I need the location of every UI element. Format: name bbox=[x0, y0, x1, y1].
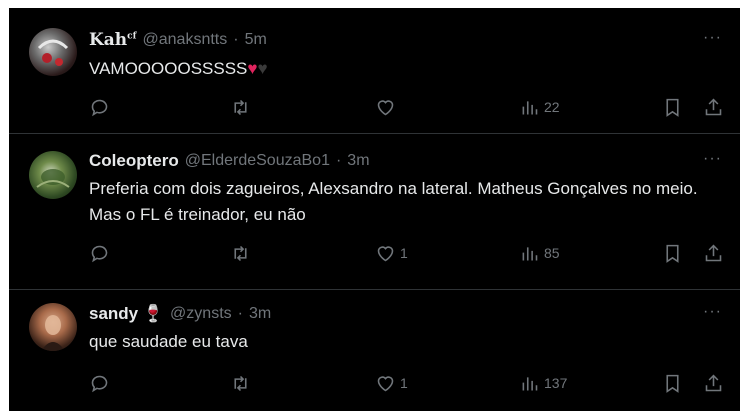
avatar[interactable] bbox=[29, 303, 77, 351]
retweet-icon bbox=[234, 375, 247, 391]
bookmark-icon bbox=[666, 98, 679, 117]
views-button[interactable]: 85 bbox=[519, 241, 560, 265]
tweet-text-content: VAMOOOOOSSSSS bbox=[89, 59, 248, 78]
like-button[interactable]: 1 bbox=[375, 371, 408, 395]
tweet-actions: 1 85 bbox=[89, 241, 729, 265]
more-icon[interactable]: ··· bbox=[703, 303, 722, 321]
views-icon bbox=[522, 100, 538, 114]
reply-icon bbox=[91, 99, 108, 116]
share-button[interactable] bbox=[703, 241, 724, 265]
views-count: 22 bbox=[544, 99, 560, 115]
timestamp[interactable]: 3m bbox=[249, 305, 271, 323]
separator-dot: · bbox=[237, 305, 243, 322]
user-handle[interactable]: @anaksntts bbox=[143, 31, 228, 49]
retweet-button[interactable] bbox=[230, 241, 255, 265]
reply-icon bbox=[91, 245, 108, 262]
like-button[interactable] bbox=[375, 95, 400, 119]
tweet-sandy[interactable]: sandy 🍷 @zynsts · 3m ··· que saudade eu … bbox=[9, 290, 740, 411]
tweet-text: que saudade eu tava bbox=[89, 332, 248, 351]
views-button[interactable]: 137 bbox=[519, 371, 567, 395]
display-name-text: Kah bbox=[89, 30, 128, 50]
like-icon bbox=[377, 245, 394, 261]
retweet-button[interactable] bbox=[230, 95, 255, 119]
tweet-header: Coleoptero @ElderdeSouzaBo1 · 3m bbox=[89, 150, 370, 172]
more-icon[interactable]: ··· bbox=[703, 150, 722, 168]
reply-button[interactable] bbox=[89, 241, 114, 265]
views-count: 85 bbox=[544, 245, 560, 261]
avatar-image bbox=[41, 315, 65, 351]
tweet-actions: 1 137 bbox=[89, 371, 729, 395]
bookmark-button[interactable] bbox=[662, 95, 683, 119]
tweet-kah[interactable]: Kahcf @anaksntts · 5m ··· VAMOOOOOSSSSS♥… bbox=[9, 8, 740, 134]
tweet-header: sandy 🍷 @zynsts · 3m bbox=[89, 303, 271, 325]
avatar-image bbox=[36, 169, 70, 188]
avatar[interactable] bbox=[29, 28, 77, 76]
like-icon bbox=[377, 99, 394, 115]
retweet-icon bbox=[234, 245, 247, 261]
views-count: 137 bbox=[544, 375, 568, 391]
timestamp[interactable]: 5m bbox=[245, 31, 267, 49]
bookmark-button[interactable] bbox=[662, 241, 683, 265]
timestamp[interactable]: 3m bbox=[347, 152, 369, 170]
share-button[interactable] bbox=[703, 371, 724, 395]
reply-icon bbox=[91, 375, 108, 392]
share-icon bbox=[705, 244, 722, 261]
views-icon bbox=[522, 246, 538, 260]
display-name[interactable]: Kahcf bbox=[89, 30, 137, 50]
reply-button[interactable] bbox=[89, 95, 114, 119]
avatar-image bbox=[37, 39, 69, 66]
timeline-feed: Kahcf @anaksntts · 5m ··· VAMOOOOOSSSSS♥… bbox=[9, 8, 740, 411]
separator-dot: · bbox=[335, 152, 342, 169]
like-button[interactable]: 1 bbox=[375, 241, 408, 265]
share-icon bbox=[705, 374, 722, 391]
like-icon bbox=[377, 375, 394, 391]
share-button[interactable] bbox=[703, 95, 724, 119]
tweet-header: Kahcf @anaksntts · 5m bbox=[89, 29, 267, 51]
tweet-text: Preferia com dois zagueiros, Alexsandro … bbox=[89, 179, 698, 224]
black-heart-emoji: ♥ bbox=[257, 59, 268, 78]
user-handle[interactable]: @zynsts bbox=[170, 305, 232, 323]
like-count: 1 bbox=[400, 375, 408, 391]
red-heart-emoji: ♥ bbox=[247, 59, 258, 78]
separator-dot: · bbox=[233, 31, 239, 48]
user-handle[interactable]: @ElderdeSouzaBo1 bbox=[185, 152, 330, 170]
bookmark-icon bbox=[666, 374, 679, 393]
bookmark-button[interactable] bbox=[662, 371, 683, 395]
views-icon bbox=[522, 376, 538, 390]
tweet-coleoptero[interactable]: Coleoptero @ElderdeSouzaBo1 · 3m ··· Pre… bbox=[9, 134, 740, 290]
tweet-actions: 22 bbox=[89, 95, 729, 119]
views-button[interactable]: 22 bbox=[519, 95, 560, 119]
display-name[interactable]: Coleoptero bbox=[89, 151, 179, 171]
retweet-button[interactable] bbox=[230, 371, 255, 395]
more-icon[interactable]: ··· bbox=[703, 29, 722, 47]
avatar[interactable] bbox=[29, 151, 77, 199]
reply-button[interactable] bbox=[89, 371, 114, 395]
tweet-text: VAMOOOOOSSSSS♥♥ bbox=[89, 56, 725, 82]
share-icon bbox=[705, 98, 722, 115]
like-count: 1 bbox=[400, 245, 408, 261]
display-name-text: sandy bbox=[89, 304, 139, 323]
display-name-superscript: cf bbox=[127, 31, 137, 42]
bookmark-icon bbox=[666, 244, 679, 263]
display-name[interactable]: sandy 🍷 bbox=[89, 304, 164, 324]
retweet-icon bbox=[234, 99, 247, 115]
wine-glass-icon: 🍷 bbox=[142, 304, 165, 323]
